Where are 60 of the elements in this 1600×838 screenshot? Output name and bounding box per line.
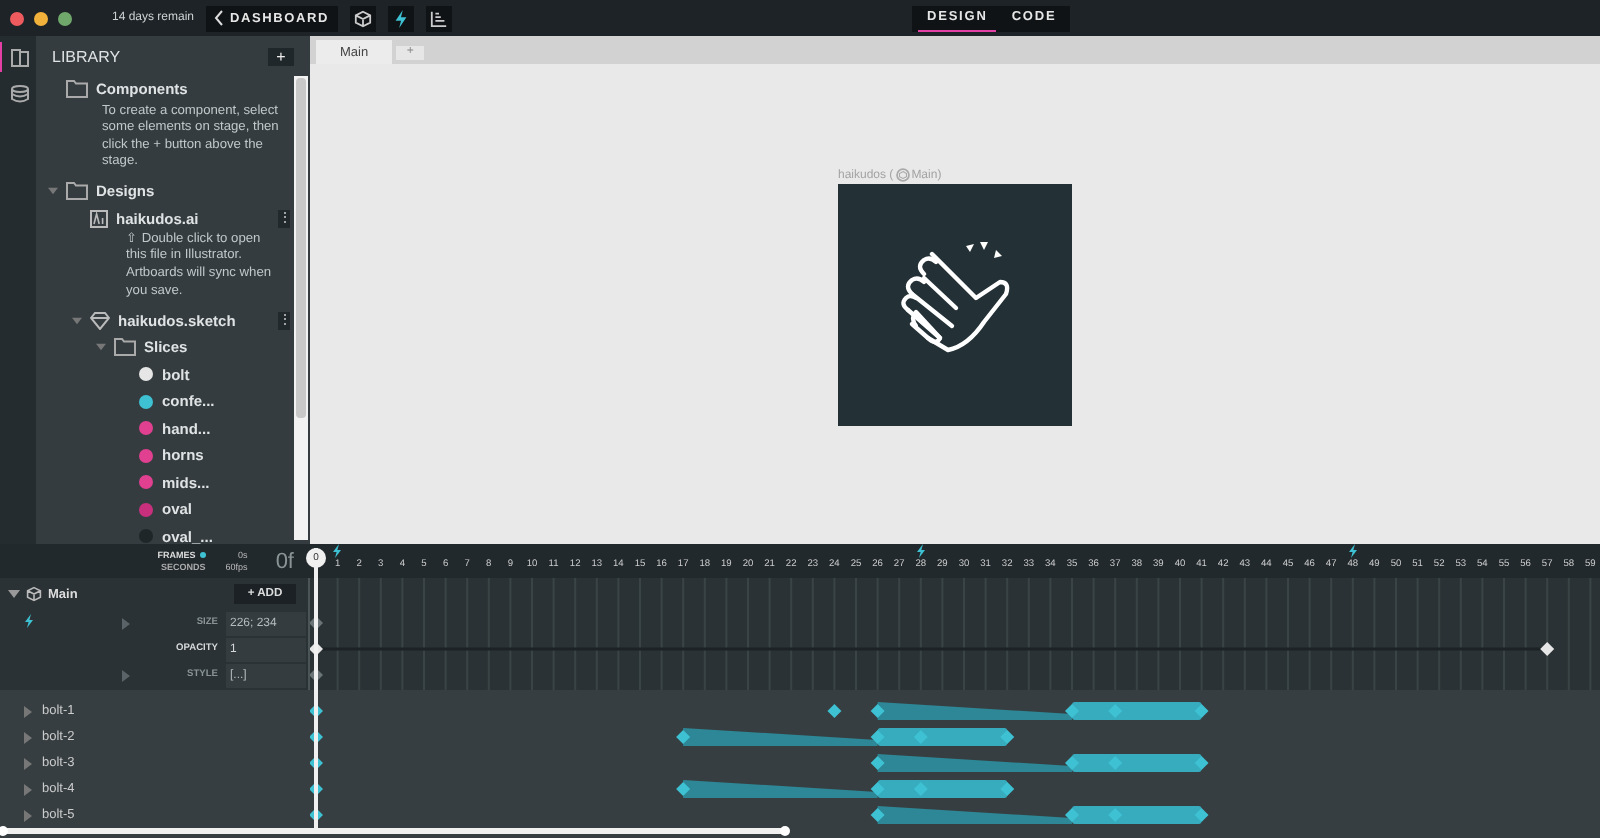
lightning-icon[interactable]	[24, 614, 34, 628]
cube-icon	[26, 586, 42, 602]
cube-icon	[354, 9, 373, 27]
keyframe-icon[interactable]	[1000, 782, 1015, 796]
keyframe-icon[interactable]	[1540, 642, 1555, 656]
chevron-icon	[214, 10, 225, 26]
expand-caret[interactable]	[72, 315, 82, 325]
keyframe-icon[interactable]	[827, 704, 842, 718]
keyframe-icon[interactable]	[676, 730, 691, 744]
current-frame: 0f	[275, 549, 294, 573]
keyframe-icon[interactable]	[870, 782, 885, 796]
caret-icon[interactable]	[24, 705, 32, 717]
keyframe-icon[interactable]	[676, 782, 691, 796]
align-icon	[430, 9, 449, 27]
timeline-scrollbar[interactable]	[0, 828, 786, 834]
keyframe-icon[interactable]	[870, 704, 885, 718]
lightning-icon[interactable]	[332, 544, 343, 558]
lightning-icon	[392, 9, 411, 27]
minimize-button[interactable]	[34, 11, 48, 25]
tween-bar[interactable]	[877, 806, 1072, 824]
diamond-icon	[90, 311, 110, 329]
close-button[interactable]	[10, 11, 24, 25]
keyframe-icon[interactable]	[1000, 730, 1015, 744]
keyframe-icon[interactable]	[870, 808, 885, 822]
component-tool[interactable]	[350, 5, 377, 31]
expand-caret[interactable]	[96, 342, 106, 352]
keyframe-icon[interactable]	[1064, 756, 1079, 770]
maximize-button[interactable]	[58, 11, 72, 25]
caret-icon[interactable]	[24, 757, 32, 769]
event-tool[interactable]	[388, 5, 415, 31]
caret-icon[interactable]	[8, 588, 20, 600]
keyframe-icon[interactable]	[1064, 704, 1079, 718]
folder-icon	[66, 182, 88, 201]
database-icon	[9, 83, 29, 103]
keyframe-icon[interactable]	[870, 756, 885, 770]
tween-bar[interactable]	[877, 754, 1072, 772]
caret-icon[interactable]	[24, 809, 32, 821]
keyframe-icon[interactable]	[1064, 808, 1079, 822]
add-button[interactable]: +	[268, 47, 294, 65]
artboard[interactable]	[838, 183, 1072, 425]
lightning-icon[interactable]	[1347, 544, 1358, 558]
folder-icon	[114, 338, 136, 356]
expand-caret[interactable]	[48, 186, 58, 197]
component-icon	[895, 168, 910, 182]
caret-icon[interactable]	[24, 783, 32, 795]
scrollbar[interactable]	[294, 76, 308, 540]
keyframe-icon[interactable]	[870, 730, 885, 744]
caret-icon[interactable]	[24, 731, 32, 743]
tween-bar[interactable]	[683, 780, 878, 798]
keyframe-icon[interactable]	[1194, 756, 1209, 770]
book-icon	[9, 47, 29, 67]
library-title: LIBRARY	[52, 47, 121, 65]
lightning-icon[interactable]	[915, 544, 926, 558]
tween-bar[interactable]	[877, 702, 1072, 720]
layout-tool[interactable]	[426, 5, 453, 31]
tween-bar[interactable]	[683, 728, 878, 746]
keyframe-icon[interactable]	[1194, 808, 1209, 822]
file-icon	[90, 209, 108, 228]
keyframe-icon[interactable]	[1194, 704, 1209, 718]
folder-icon	[66, 80, 88, 99]
